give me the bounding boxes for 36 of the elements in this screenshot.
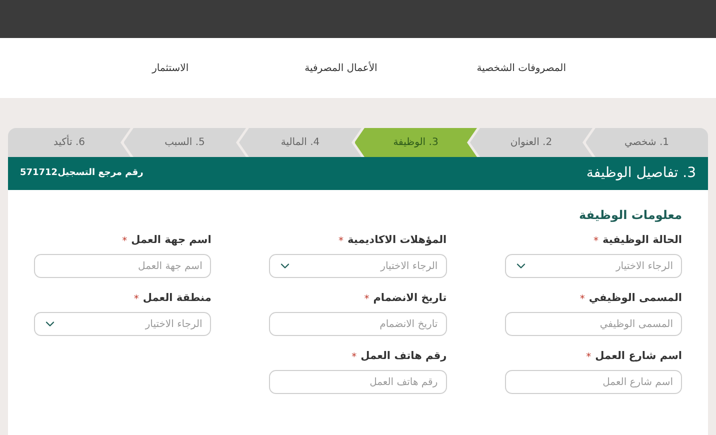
required-mark: * <box>586 350 592 364</box>
banner-title: 3. تفاصيل الوظيفة <box>586 164 696 183</box>
field-label: منطقة العمل <box>142 291 212 306</box>
field-label: اسم جهة العمل <box>131 233 212 248</box>
nav-link[interactable]: الأعمال المصرفية <box>188 60 378 76</box>
field-label: اسم شارع العمل <box>595 349 682 364</box>
required-mark: * <box>364 292 370 306</box>
field-label: المسمى الوظيفي <box>588 291 682 306</box>
select-field[interactable]: الرجاء الاختيار <box>504 254 682 278</box>
required-mark: * <box>134 292 139 306</box>
step-tab[interactable]: 6. تأكيد <box>8 128 130 157</box>
field-label: الحالة الوظيفية <box>602 233 682 248</box>
field-label: رقم هاتف العمل <box>360 349 447 364</box>
input-field[interactable]: اسم جهة العمل <box>34 254 212 278</box>
step-tab[interactable]: 1. شخصي <box>586 128 708 157</box>
input-field[interactable]: تاريخ الانضمام <box>269 312 447 336</box>
required-mark: * <box>122 234 128 248</box>
step-tab[interactable]: 5. السبب <box>124 128 246 157</box>
nav-link[interactable]: الاستثمار <box>0 60 189 76</box>
input-field[interactable]: المسمى الوظيفي <box>504 312 682 336</box>
select-field[interactable]: الرجاء الاختيار <box>269 254 447 278</box>
required-mark: * <box>593 234 598 248</box>
nav-link[interactable]: المصروفات الشخصية <box>377 60 566 76</box>
field-label: المؤهلات الاكاديمية <box>348 233 447 248</box>
required-mark: * <box>580 292 585 306</box>
step-tab[interactable]: 4. المالية <box>239 128 362 157</box>
input-field[interactable]: اسم شارع العمل <box>504 370 682 394</box>
select-field[interactable]: الرجاء الاختيار <box>34 312 212 336</box>
input-field[interactable]: رقم هاتف العمل <box>269 370 447 394</box>
section-title: معلومات الوظيفة <box>578 207 682 224</box>
reference-number: رقم مرجع التسجيل571712 <box>20 166 144 180</box>
step-tab[interactable]: 2. العنوان <box>470 128 592 157</box>
field-label: تاريخ الانضمام <box>373 291 447 306</box>
required-mark: * <box>352 350 357 364</box>
required-mark: * <box>338 234 344 248</box>
step-tab[interactable]: 3. الوظيفة <box>354 128 477 157</box>
